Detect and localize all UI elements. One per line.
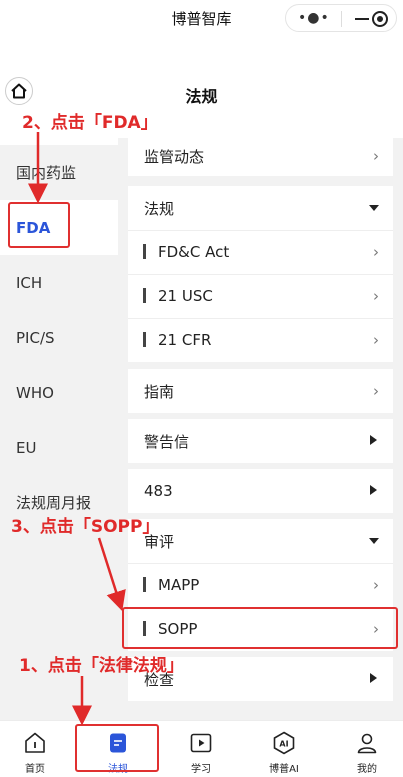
card-regulatory-news: 监管动态 › <box>128 138 393 176</box>
row-21-cfr[interactable]: 21 CFR › <box>128 318 393 362</box>
tab-label: 首页 <box>25 764 45 775</box>
bullet-bar-icon <box>143 577 146 592</box>
chevron-right-icon: › <box>373 382 379 400</box>
row-label: 监管动态 <box>144 147 205 166</box>
card-483: 483 <box>128 469 393 513</box>
tab-ai[interactable]: AI 博普AI <box>244 721 324 777</box>
sidebar-item-who[interactable]: WHO <box>0 365 118 420</box>
bottom-tab-bar: 首页 法规 学习 AI 博普AI 我的 <box>0 720 403 776</box>
sidebar-item-label: EU <box>16 438 37 457</box>
annotation-step-2: 2、点击「FDA」 <box>22 113 158 133</box>
row-label: 法规 <box>144 199 175 218</box>
caret-right-icon <box>370 435 377 445</box>
row-483[interactable]: 483 <box>128 469 393 513</box>
row-regulations[interactable]: 法规 <box>128 186 393 230</box>
row-fdc-act[interactable]: FD&C Act › <box>128 230 393 274</box>
caret-right-icon <box>370 485 377 495</box>
row-mapp[interactable]: MAPP › <box>128 563 393 607</box>
sidebar-item-eu[interactable]: EU <box>0 420 118 475</box>
chevron-right-icon: › <box>373 287 379 305</box>
card-regulations: 法规 FD&C Act › 21 USC › 21 CFR › <box>128 186 393 362</box>
chevron-right-icon: › <box>373 576 379 594</box>
sidebar-item-label: ICH <box>16 273 43 292</box>
row-label: 指南 <box>144 382 175 401</box>
chevron-right-icon: › <box>373 331 379 349</box>
card-warning-letter: 警告信 <box>128 419 393 463</box>
annotation-step-3: 3、点击「SOPP」 <box>11 517 160 537</box>
page-title: 法规 <box>185 87 218 106</box>
sidebar-item-label: 国内药监 <box>16 164 77 182</box>
row-label: MAPP <box>158 576 200 594</box>
highlight-box-fda <box>8 202 70 248</box>
row-review[interactable]: 审评 <box>128 519 393 563</box>
svg-text:AI: AI <box>279 740 288 749</box>
bullet-bar-icon <box>143 288 146 303</box>
chevron-right-icon: › <box>373 147 379 165</box>
row-guidance[interactable]: 指南 › <box>128 369 393 413</box>
user-icon <box>357 733 377 754</box>
caret-right-icon <box>370 673 377 683</box>
ai-hexagon-icon: AI <box>273 731 295 755</box>
highlight-box-sopp <box>122 607 398 649</box>
caret-down-icon <box>369 538 379 544</box>
bullet-bar-icon <box>143 244 146 259</box>
caret-down-icon <box>369 205 379 211</box>
row-regulatory-news[interactable]: 监管动态 › <box>128 138 393 178</box>
row-label: FD&C Act <box>158 243 230 261</box>
minimize-icon[interactable] <box>355 18 369 20</box>
row-label: 警告信 <box>144 432 190 451</box>
row-label: 21 CFR <box>158 331 212 349</box>
sidebar-item-pics[interactable]: PIC/S <box>0 310 118 365</box>
capsule-divider <box>341 11 342 27</box>
sidebar-item-domestic[interactable]: 国内药监 <box>0 145 118 200</box>
bullet-bar-icon <box>143 332 146 347</box>
more-dots-icon[interactable]: •●• <box>298 10 330 26</box>
tab-study[interactable]: 学习 <box>161 721 241 777</box>
tab-mine[interactable]: 我的 <box>327 721 403 777</box>
row-label: 21 USC <box>158 287 213 305</box>
tab-label: 我的 <box>357 764 377 775</box>
tab-home[interactable]: 首页 <box>0 721 75 777</box>
chevron-right-icon: › <box>373 243 379 261</box>
tab-label: 学习 <box>191 764 211 775</box>
sidebar-item-label: WHO <box>16 383 54 402</box>
sidebar-item-label: PIC/S <box>16 328 55 347</box>
home-info-icon <box>25 732 45 753</box>
target-close-icon[interactable] <box>372 11 388 27</box>
mini-program-top-bar: 博普智库 •●• <box>0 0 403 36</box>
card-guidance: 指南 › <box>128 369 393 413</box>
annotation-step-1: 1、点击「法律法规」 <box>19 656 184 676</box>
video-play-icon <box>190 733 212 753</box>
sidebar-item-ich[interactable]: ICH <box>0 255 118 310</box>
sidebar-item-label: 法规周月报 <box>16 494 92 512</box>
row-21-usc[interactable]: 21 USC › <box>128 274 393 318</box>
capsule-menu: •●• <box>285 4 397 32</box>
highlight-box-regulations-tab <box>75 724 159 772</box>
tab-label: 博普AI <box>269 764 299 775</box>
row-label: 483 <box>144 482 173 500</box>
row-warning-letter[interactable]: 警告信 <box>128 419 393 463</box>
